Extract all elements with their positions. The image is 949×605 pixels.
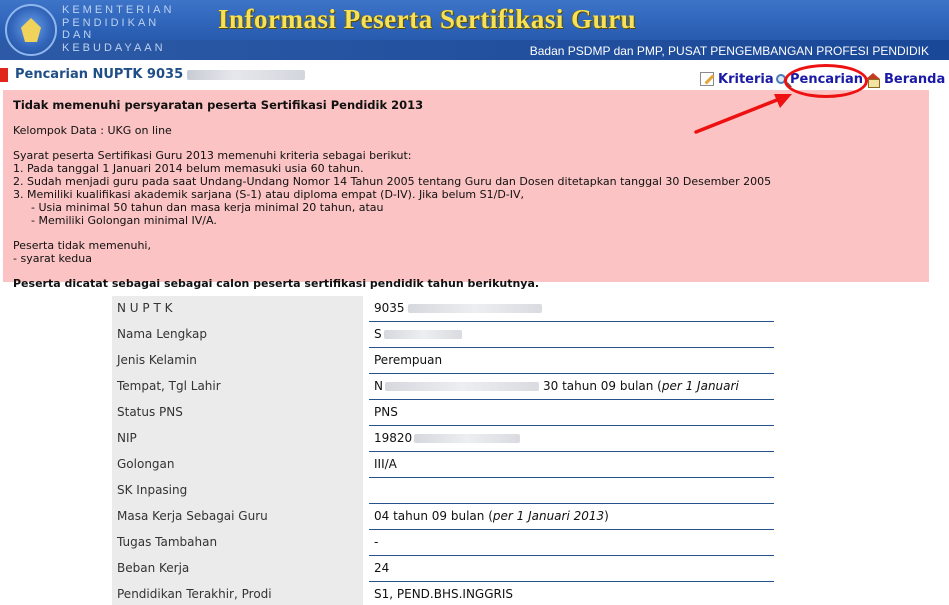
ministry-line: DAN xyxy=(62,29,95,41)
syarat-intro: Syarat peserta Sertifikasi Guru 2013 mem… xyxy=(13,149,412,162)
detail-value: S1, PEND.BHS.INGGRIS xyxy=(369,582,774,605)
site-subtitle: Badan PSDMP dan PMP, PUSAT PENGEMBANGAN … xyxy=(529,44,929,58)
detail-value: N 30 tahun 09 bulan (per 1 Januari xyxy=(369,374,774,400)
detail-value: S xyxy=(369,322,774,348)
masked-value xyxy=(383,330,462,339)
detail-label: Golongan xyxy=(112,452,363,478)
home-icon xyxy=(866,72,880,88)
kriteria-link-wrap: Kriteria xyxy=(700,70,774,88)
detail-row: SK Inpasing xyxy=(112,478,774,504)
detail-row: Tempat, Tgl Lahir N 30 tahun 09 bulan (pe… xyxy=(112,374,774,400)
ministry-logo-icon xyxy=(5,4,57,56)
detail-value: 04 tahun 09 bulan (per 1 Januari 2013) xyxy=(369,504,774,530)
detail-row: Beban Kerja 24 xyxy=(112,556,774,582)
kesimpulan: Peserta dicatat sebagai sebagai calon pe… xyxy=(13,277,540,290)
ministry-line: KEBUDAYAAN xyxy=(62,41,166,54)
page-title-text: Pencarian NUPTK 9035 xyxy=(15,67,184,82)
detail-label: SK Inpasing xyxy=(112,478,363,504)
kriteria-link[interactable]: Kriteria xyxy=(700,72,774,87)
page-title: Pencarian NUPTK 9035 xyxy=(15,67,306,82)
site-header: KEMENTERIAN PENDIDIKAN DAN KEBUDAYAAN In… xyxy=(0,0,949,60)
detail-value: PNS xyxy=(369,400,774,426)
detail-row: Pendidikan Terakhir, Prodi S1, PEND.BHS.… xyxy=(112,582,774,605)
masked-value xyxy=(407,304,542,313)
masked-value xyxy=(384,382,539,391)
syarat-subitem: - Memiliki Golongan minimal IV/A. xyxy=(31,214,217,227)
detail-label: Pendidikan Terakhir, Prodi xyxy=(112,582,363,605)
detail-row: Nama Lengkap S xyxy=(112,322,774,348)
beranda-label: Beranda xyxy=(884,71,946,87)
ministry-name: KEMENTERIAN PENDIDIKAN DAN KEBUDAYAAN xyxy=(62,4,174,54)
detail-value: 19820 xyxy=(369,426,774,452)
syarat-subitem: - Usia minimal 50 tahun dan masa kerja m… xyxy=(31,201,384,214)
ministry-line: KEMENTERIAN xyxy=(62,4,175,16)
title-marker xyxy=(0,68,8,82)
detail-value: 24 xyxy=(369,556,774,582)
detail-row: Golongan III/A xyxy=(112,452,774,478)
detail-label: Status PNS xyxy=(112,400,363,426)
detail-row: Tugas Tambahan - xyxy=(112,530,774,556)
detail-value: Perempuan xyxy=(369,348,774,374)
beranda-link[interactable]: Beranda xyxy=(866,71,946,88)
detail-value: - xyxy=(369,530,774,556)
detail-row: NIP 19820 xyxy=(112,426,774,452)
masked-nuptk xyxy=(187,69,306,80)
kriteria-label: Kriteria xyxy=(718,71,774,87)
detail-row: N U P T K 9035 xyxy=(112,296,774,322)
site-title: Informasi Peserta Sertifikasi Guru xyxy=(218,4,637,34)
detail-label: Nama Lengkap xyxy=(112,322,363,348)
detail-value xyxy=(369,478,774,504)
edit-icon xyxy=(700,72,714,86)
detail-row: Masa Kerja Sebagai Guru 04 tahun 09 bula… xyxy=(112,504,774,530)
detail-row: Jenis Kelamin Perempuan xyxy=(112,348,774,374)
syarat-item: 2. Sudah menjadi guru pada saat Undang-U… xyxy=(13,175,772,188)
alasan: - syarat kedua xyxy=(13,252,92,265)
detail-label: Beban Kerja xyxy=(112,556,363,582)
detail-value: III/A xyxy=(369,452,774,478)
masked-value xyxy=(414,434,521,443)
participant-details: N U P T K 9035 Nama Lengkap S Jenis Kela… xyxy=(112,296,774,605)
detail-row: Status PNS PNS xyxy=(112,400,774,426)
detail-label: Jenis Kelamin xyxy=(112,348,363,374)
tidak-memenuhi: Peserta tidak memenuhi, xyxy=(13,239,151,252)
syarat-item: 3. Memiliki kualifikasi akademik sarjana… xyxy=(13,188,525,201)
detail-label: Tugas Tambahan xyxy=(112,530,363,556)
detail-label: NIP xyxy=(112,426,363,452)
detail-label: Masa Kerja Sebagai Guru xyxy=(112,504,363,530)
detail-value: 9035 xyxy=(369,296,774,322)
detail-label: N U P T K xyxy=(112,296,363,322)
ministry-line: PENDIDIKAN xyxy=(62,16,160,29)
detail-label: Tempat, Tgl Lahir xyxy=(112,374,363,400)
beranda-link-wrap: Beranda xyxy=(866,70,945,88)
annotation-arrow xyxy=(694,94,792,134)
syarat-item: 1. Pada tanggal 1 Januari 2014 belum mem… xyxy=(13,162,364,175)
